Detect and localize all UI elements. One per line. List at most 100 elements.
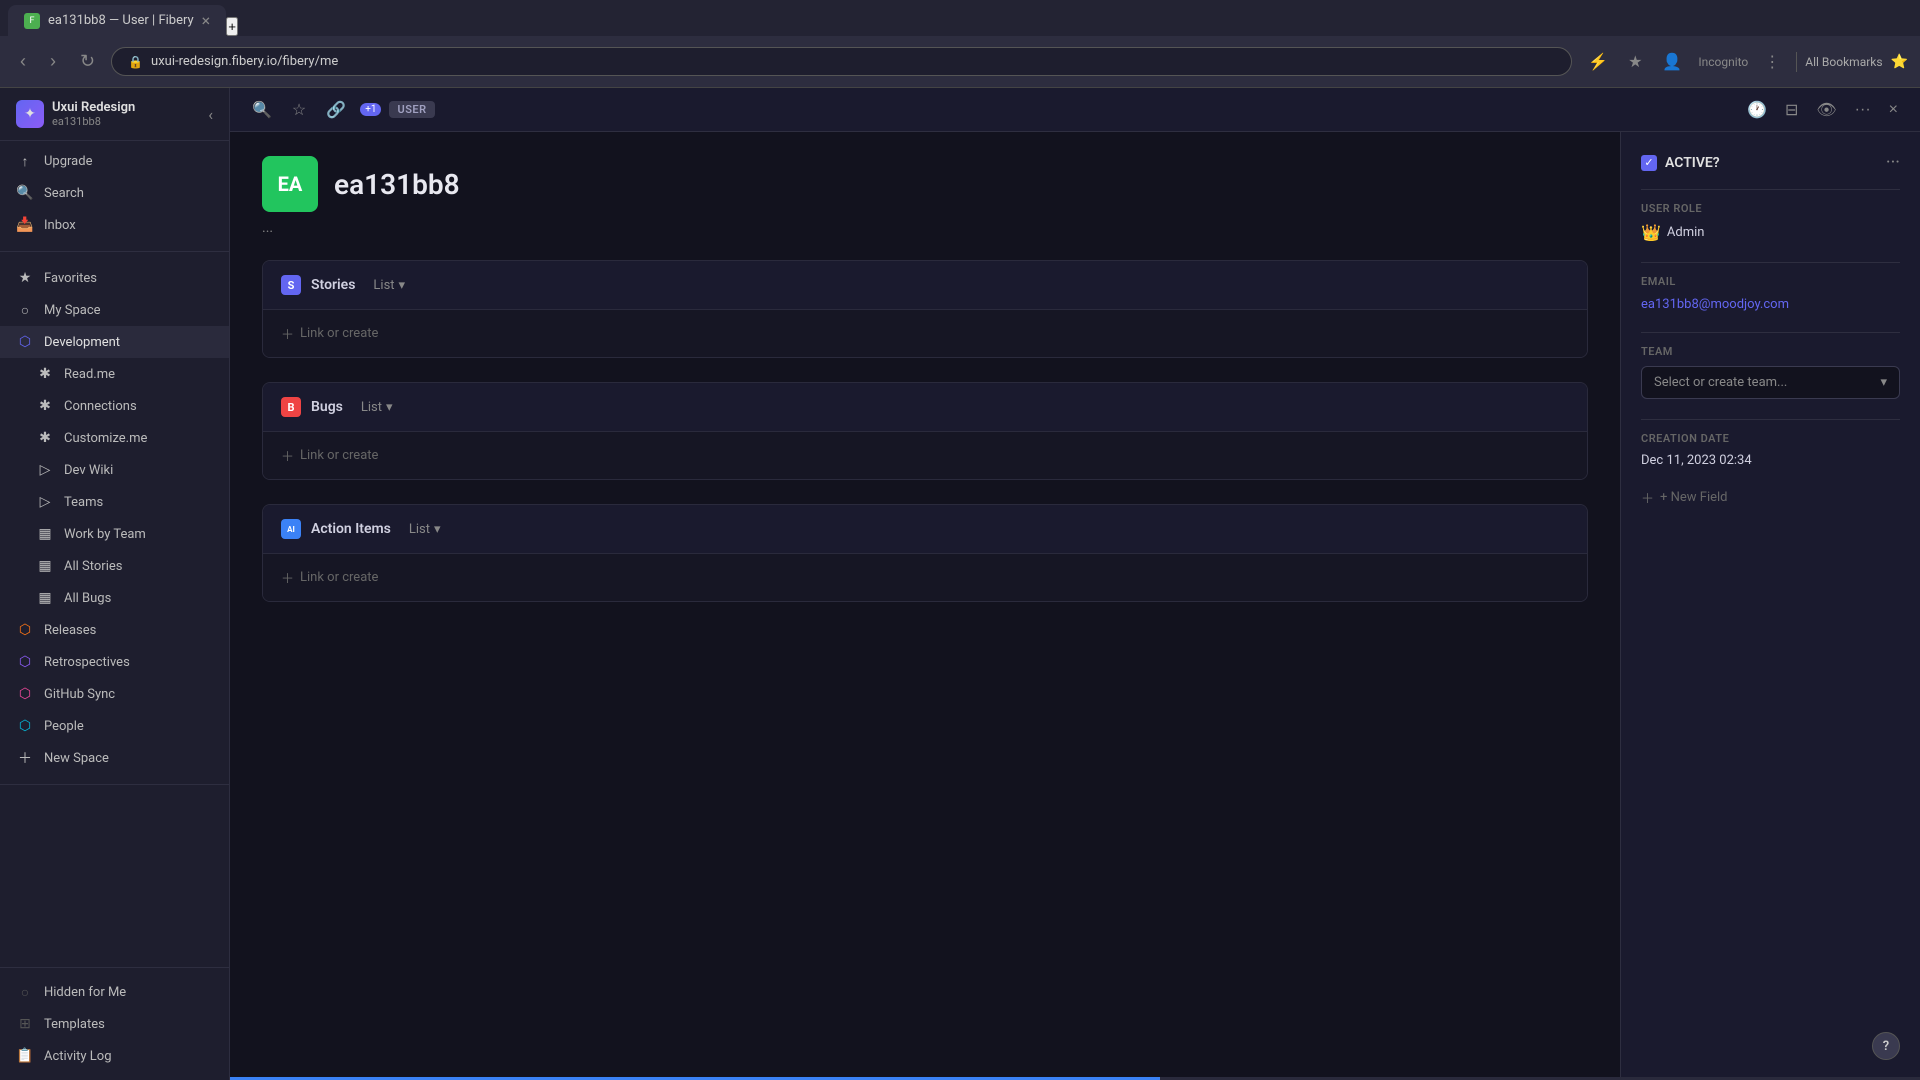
stories-icon: S: [281, 275, 301, 295]
eye-btn[interactable]: 👁: [1810, 96, 1842, 124]
sidebar-item-upgrade[interactable]: ↑ Upgrade: [0, 145, 229, 177]
extensions-btn[interactable]: ⚡: [1580, 48, 1616, 76]
customize-label: Customize.me: [64, 431, 213, 446]
bugs-section-body: ＋ Link or create: [263, 432, 1587, 479]
sidebar-item-allstories[interactable]: ▦ All Stories: [0, 550, 229, 582]
sidebar-item-github-sync[interactable]: ⬡ GitHub Sync: [0, 678, 229, 710]
retrospectives-label: Retrospectives: [44, 655, 213, 670]
workspace-info: Uxui Redesign ea131bb8: [52, 100, 200, 128]
templates-label: Templates: [44, 1017, 213, 1032]
sidebar-item-allbugs[interactable]: ▦ All Bugs: [0, 582, 229, 614]
bugs-title: Bugs: [311, 399, 343, 415]
stories-view-btn[interactable]: List ▾: [373, 278, 405, 293]
search-toolbar-btn[interactable]: 🔍: [246, 96, 278, 124]
user-header: EA ea131bb8: [262, 156, 1588, 212]
new-field-icon: ＋: [1641, 488, 1654, 507]
hidden-icon: ○: [16, 983, 34, 1001]
workspace-sub: ea131bb8: [52, 115, 200, 128]
action-items-link-label: Link or create: [300, 570, 378, 585]
layout-btn[interactable]: ⊟: [1779, 96, 1804, 124]
stories-link-or-create[interactable]: ＋ Link or create: [281, 324, 1569, 343]
stories-view-label: List: [373, 278, 394, 293]
link-toolbar-btn[interactable]: 🔗: [320, 96, 352, 124]
sidebar-item-releases[interactable]: ⬡ Releases: [0, 614, 229, 646]
main-toolbar: 🔍 ☆ 🔗 +1 USER 🕐 ⊟ 👁 ··· ×: [230, 88, 1920, 132]
browser-tabs: F ea131bb8 — User | Fibery × +: [0, 0, 1920, 36]
collapse-icon[interactable]: ‹: [208, 105, 213, 124]
action-items-link-or-create[interactable]: ＋ Link or create: [281, 568, 1569, 587]
team-select[interactable]: Select or create team... ▾: [1641, 366, 1900, 399]
new-field-btn[interactable]: ＋ + New Field: [1641, 488, 1900, 507]
crown-icon: 👑: [1641, 223, 1661, 242]
star-toolbar-btn[interactable]: ☆: [286, 96, 312, 124]
action-items-title: Action Items: [311, 521, 391, 537]
sidebar-item-workbyteam[interactable]: ▦ Work by Team: [0, 518, 229, 550]
bugs-section: B Bugs List ▾ ＋ Link or create: [262, 382, 1588, 480]
incognito-label: Incognito: [1694, 55, 1752, 69]
tab-close-btn[interactable]: ×: [202, 11, 211, 30]
active-checkbox[interactable]: ✓: [1641, 155, 1657, 171]
email-value[interactable]: ea131bb8@moodjoy.com: [1641, 297, 1789, 312]
reload-btn[interactable]: ↻: [72, 45, 103, 78]
team-label: TEAM: [1641, 345, 1900, 358]
sidebar-item-devwiki[interactable]: ▷ Dev Wiki: [0, 454, 229, 486]
active-tab[interactable]: F ea131bb8 — User | Fibery ×: [8, 5, 226, 36]
back-btn[interactable]: ‹: [12, 45, 34, 78]
sidebar-item-inbox[interactable]: 📥 Inbox: [0, 209, 229, 241]
sidebar-item-readme[interactable]: ✱ Read.me: [0, 358, 229, 390]
customize-icon: ✱: [36, 429, 54, 447]
workbyteam-label: Work by Team: [64, 527, 213, 542]
bugs-link-or-create[interactable]: ＋ Link or create: [281, 446, 1569, 465]
bookmark-btn[interactable]: ★: [1620, 48, 1650, 76]
myspace-label: My Space: [44, 303, 213, 318]
sidebar-item-connections[interactable]: ✱ Connections: [0, 390, 229, 422]
action-items-view-btn[interactable]: List ▾: [409, 522, 441, 537]
bugs-view-btn[interactable]: List ▾: [361, 400, 393, 415]
development-icon: ⬡: [16, 333, 34, 351]
creation-date-label: CREATION DATE: [1641, 432, 1900, 445]
sidebar-item-customize[interactable]: ✱ Customize.me: [0, 422, 229, 454]
new-tab-btn[interactable]: +: [226, 17, 238, 36]
action-items-section-header: AI Action Items List ▾: [263, 505, 1587, 554]
stories-link-label: Link or create: [300, 326, 378, 341]
clock-btn[interactable]: 🕐: [1741, 96, 1773, 124]
sidebar-item-newspace[interactable]: ＋ New Space: [0, 742, 229, 774]
menu-btn[interactable]: ⋮: [1756, 48, 1788, 76]
close-btn[interactable]: ×: [1883, 97, 1904, 123]
bugs-link-icon: ＋: [281, 446, 294, 465]
sidebar-item-hidden[interactable]: ○ Hidden for Me: [0, 976, 229, 1008]
panel-more-btn[interactable]: ···: [1886, 152, 1900, 173]
sidebar-item-templates[interactable]: ⊞ Templates: [0, 1008, 229, 1040]
allbugs-label: All Bugs: [64, 591, 213, 606]
myspace-icon: ○: [16, 301, 34, 319]
sidebar-item-favorites[interactable]: ★ Favorites: [0, 262, 229, 294]
stories-link-icon: ＋: [281, 324, 294, 343]
sidebar-item-development[interactable]: ⬡ Development: [0, 326, 229, 358]
sidebar-item-myspace[interactable]: ○ My Space: [0, 294, 229, 326]
allbugs-icon: ▦: [36, 589, 54, 607]
help-btn[interactable]: ?: [1872, 1032, 1900, 1060]
upgrade-label: Upgrade: [44, 154, 213, 169]
workspace-header[interactable]: ✦ Uxui Redesign ea131bb8 ‹: [0, 88, 229, 141]
profile-btn[interactable]: 👤: [1654, 48, 1690, 76]
development-label: Development: [44, 335, 213, 350]
browser-nav-bar: ‹ › ↻ 🔒 uxui-redesign.fibery.io/fibery/m…: [0, 36, 1920, 88]
bookmarks-label: All Bookmarks: [1805, 55, 1882, 69]
address-bar[interactable]: 🔒 uxui-redesign.fibery.io/fibery/me: [111, 47, 1572, 76]
sidebar-main-section: ★ Favorites ○ My Space ⬡ Development ✱ R…: [0, 258, 229, 778]
connections-icon: ✱: [36, 397, 54, 415]
action-items-icon: AI: [281, 519, 301, 539]
panel-divider-1: [1641, 189, 1900, 190]
creation-date-field: CREATION DATE Dec 11, 2023 02:34: [1641, 432, 1900, 468]
email-field: EMAIL ea131bb8@moodjoy.com: [1641, 275, 1900, 312]
sidebar: ✦ Uxui Redesign ea131bb8 ‹ ↑ Upgrade 🔍 S…: [0, 88, 230, 1080]
sidebar-item-teams[interactable]: ▷ Teams: [0, 486, 229, 518]
people-label: People: [44, 719, 213, 734]
more-btn[interactable]: ···: [1849, 97, 1877, 123]
sidebar-item-search[interactable]: 🔍 Search: [0, 177, 229, 209]
forward-btn[interactable]: ›: [42, 45, 64, 78]
sidebar-item-activity-log[interactable]: 📋 Activity Log: [0, 1040, 229, 1072]
app: ✦ Uxui Redesign ea131bb8 ‹ ↑ Upgrade 🔍 S…: [0, 88, 1920, 1080]
sidebar-item-people[interactable]: ⬡ People: [0, 710, 229, 742]
sidebar-item-retrospectives[interactable]: ⬡ Retrospectives: [0, 646, 229, 678]
